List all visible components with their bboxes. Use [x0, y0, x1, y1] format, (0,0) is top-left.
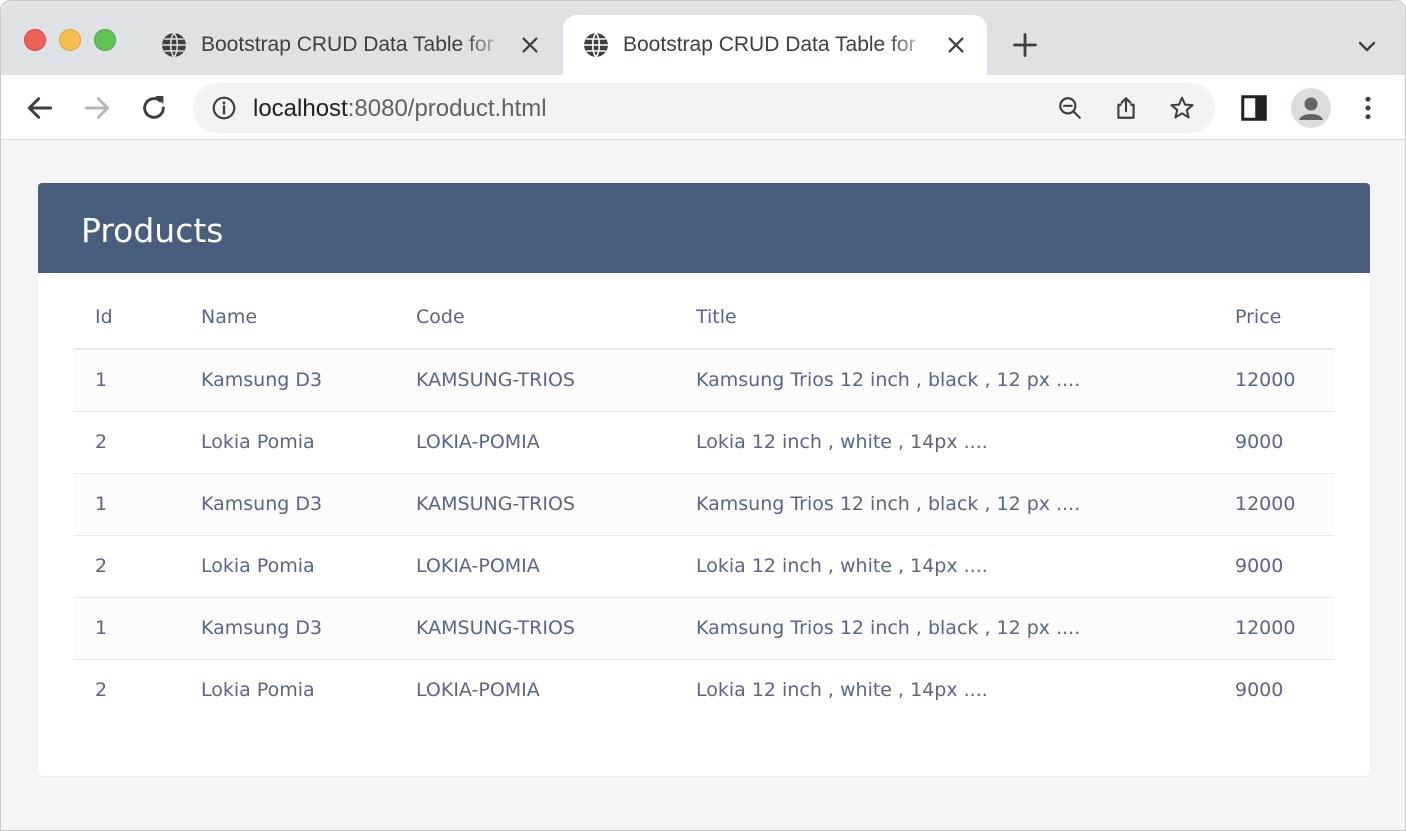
cell-price: 9000 — [1214, 411, 1334, 474]
close-tab-icon[interactable] — [519, 34, 541, 56]
cell-code: KAMSUNG-TRIOS — [395, 597, 675, 660]
table-row: 1 Kamsung D3 KAMSUNG-TRIOS Kamsung Trios… — [74, 597, 1334, 660]
cell-title: Lokia 12 inch , white , 14px .... — [696, 679, 988, 702]
zoom-out-icon[interactable] — [1057, 95, 1083, 121]
cell-id: 1 — [74, 473, 180, 536]
table-header-row: Id Name Code Title Price — [74, 286, 1334, 350]
browser-toolbar: localhost:8080/product.html — [1, 75, 1405, 140]
profile-avatar[interactable] — [1291, 88, 1331, 128]
cell-code: LOKIA-POMIA — [416, 679, 540, 702]
cell-id: 2 — [74, 535, 180, 598]
cell-name: Lokia Pomia — [201, 679, 315, 702]
card-header: Products — [38, 183, 1370, 273]
reload-icon[interactable] — [138, 92, 170, 124]
cell-name: Kamsung D3 — [180, 473, 395, 536]
info-icon[interactable] — [211, 95, 237, 121]
more-menu-icon[interactable] — [1353, 93, 1383, 123]
close-tab-icon[interactable] — [945, 34, 967, 56]
tab-title: Bootstrap CRUD Data Table for — [201, 33, 494, 56]
cell-title: Lokia 12 inch , white , 14px .... — [675, 411, 1214, 474]
cell-name: Kamsung D3 — [180, 349, 395, 412]
minimize-window-button[interactable] — [59, 29, 81, 51]
browser-window: Bootstrap CRUD Data Table for Bootstrap … — [0, 0, 1406, 831]
cell-title: Kamsung Trios 12 inch , black , 12 px ..… — [675, 349, 1214, 412]
table-row: 2 Lokia Pomia LOKIA-POMIA Lokia 12 inch … — [74, 659, 1334, 721]
cell-id: 1 — [74, 597, 180, 660]
tab-active[interactable]: Bootstrap CRUD Data Table for — [563, 15, 987, 75]
table-row: 1 Kamsung D3 KAMSUNG-TRIOS Kamsung Trios… — [74, 473, 1334, 536]
cell-id: 2 — [74, 411, 180, 474]
cell-name: Kamsung D3 — [180, 597, 395, 660]
cell-price: 12000 — [1214, 349, 1334, 412]
globe-icon — [162, 32, 186, 58]
url-host: localhost — [253, 95, 348, 122]
forward-arrow-icon[interactable] — [81, 92, 113, 124]
cell-title: Kamsung Trios 12 inch , black , 12 px ..… — [675, 473, 1214, 536]
cell-code: KAMSUNG-TRIOS — [395, 473, 675, 536]
close-window-button[interactable] — [24, 29, 46, 51]
address-bar[interactable]: localhost:8080/product.html — [193, 83, 1215, 133]
star-icon[interactable] — [1169, 95, 1195, 121]
products-card: Products Id Name Code Title Price 1 Kams… — [38, 183, 1370, 776]
table-row: 2 Lokia Pomia LOKIA-POMIA Lokia 12 inch … — [74, 535, 1334, 598]
cell-code: LOKIA-POMIA — [395, 535, 675, 598]
maximize-window-button[interactable] — [94, 29, 116, 51]
side-panel-icon[interactable] — [1239, 93, 1269, 123]
column-header-price: Price — [1214, 286, 1334, 350]
url-text[interactable]: localhost:8080/product.html — [253, 95, 547, 123]
page-title: Products — [81, 211, 224, 250]
column-header-name: Name — [180, 286, 395, 350]
cell-name: Lokia Pomia — [180, 535, 395, 598]
cell-price: 9000 — [1214, 535, 1334, 598]
cell-price: 9000 — [1235, 679, 1284, 702]
cell-title: Lokia 12 inch , white , 14px .... — [675, 535, 1214, 598]
table-row: 1 Kamsung D3 KAMSUNG-TRIOS Kamsung Trios… — [74, 349, 1334, 412]
table-row: 2 Lokia Pomia LOKIA-POMIA Lokia 12 inch … — [74, 411, 1334, 474]
products-table: Id Name Code Title Price 1 Kamsung D3 KA… — [74, 286, 1334, 721]
cell-price: 12000 — [1214, 597, 1334, 660]
tab-title: Bootstrap CRUD Data Table for — [623, 33, 916, 56]
column-header-code: Code — [395, 286, 675, 350]
url-path: :8080/product.html — [347, 95, 547, 122]
back-arrow-icon[interactable] — [24, 92, 56, 124]
profile-icon — [1299, 97, 1323, 120]
tab-strip: Bootstrap CRUD Data Table for Bootstrap … — [1, 1, 1405, 75]
cell-code: LOKIA-POMIA — [395, 411, 675, 474]
page-viewport: Products Id Name Code Title Price 1 Kams… — [1, 140, 1405, 830]
tab-inactive[interactable]: Bootstrap CRUD Data Table for — [141, 15, 561, 75]
cell-id: 1 — [74, 349, 180, 412]
cell-id: 2 — [95, 679, 108, 702]
chevron-down-icon[interactable] — [1355, 34, 1379, 58]
cell-title: Kamsung Trios 12 inch , black , 12 px ..… — [675, 597, 1214, 660]
globe-icon — [584, 32, 608, 58]
new-tab-icon[interactable] — [1011, 31, 1039, 59]
column-header-id: Id — [74, 286, 180, 350]
cell-price: 12000 — [1214, 473, 1334, 536]
cell-code: KAMSUNG-TRIOS — [395, 349, 675, 412]
share-icon[interactable] — [1113, 95, 1139, 121]
cell-name: Lokia Pomia — [180, 411, 395, 474]
column-header-title: Title — [675, 286, 1214, 350]
